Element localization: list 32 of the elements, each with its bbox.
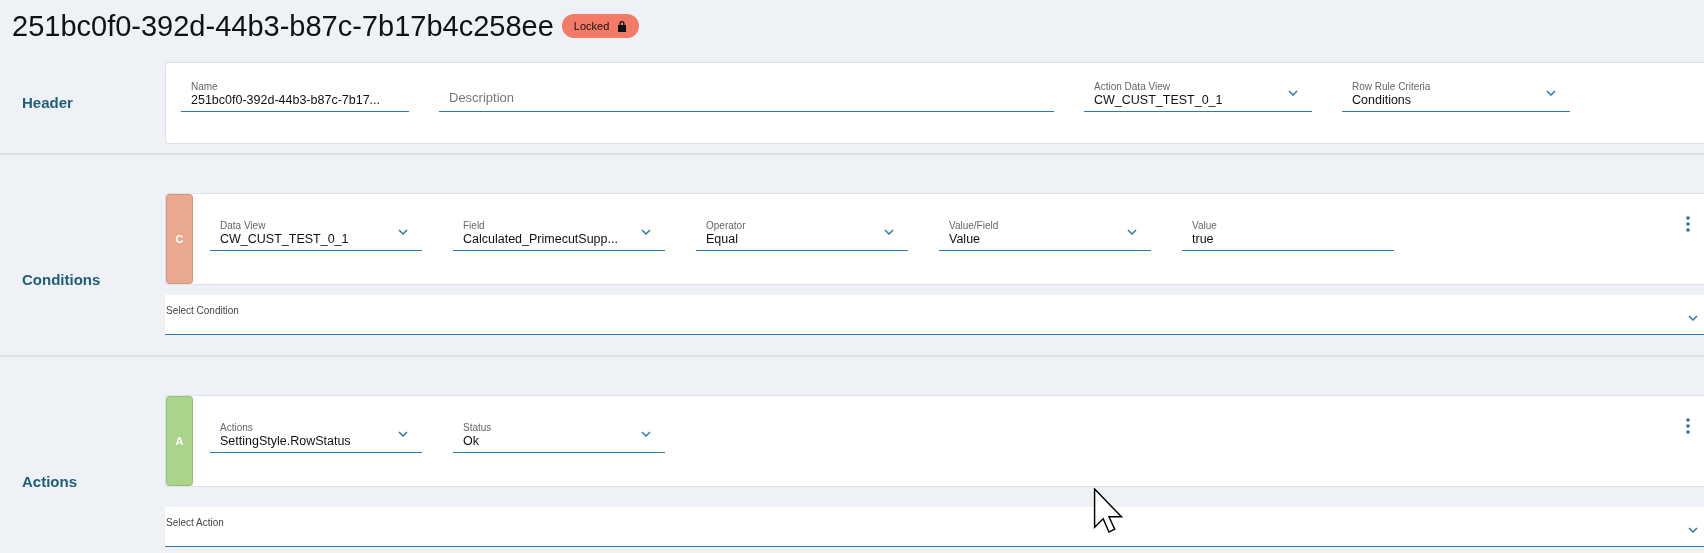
chevron-down-icon — [641, 229, 651, 235]
dropdown-field[interactable]: Value/Field Value — [939, 220, 1151, 251]
chevron-down-icon — [398, 431, 408, 437]
chevron-down-icon — [1688, 527, 1698, 533]
chevron-down-icon — [398, 229, 408, 235]
more-icon[interactable] — [1686, 216, 1690, 232]
chevron-down-icon — [1127, 229, 1137, 235]
dropdown-field[interactable]: Status Ok — [453, 422, 665, 453]
rule-tag: A — [166, 396, 193, 486]
input-field[interactable]: Description — [439, 81, 1054, 112]
section-label: Header — [21, 93, 74, 111]
input-field[interactable]: Name 251bc0f0-392d-44b3-b87c-7b17... — [181, 81, 409, 112]
chevron-down-icon — [1288, 90, 1298, 96]
section-label: Actions — [21, 472, 78, 492]
dropdown-field[interactable]: Actions SettingStyle.RowStatus — [210, 422, 422, 453]
chevron-down-icon — [1546, 90, 1556, 96]
more-icon[interactable] — [1686, 418, 1690, 434]
dropdown-field[interactable]: Row Rule Criteria Conditions — [1342, 81, 1570, 112]
input-field[interactable]: Value true — [1182, 220, 1394, 251]
dropdown-field[interactable]: Select Action — [165, 507, 1704, 547]
dropdown-field[interactable]: Data View CW_CUST_TEST_0_1 — [210, 220, 422, 251]
dropdown-field[interactable]: Select Condition — [165, 295, 1704, 335]
dropdown-field[interactable]: Field Calculated_PrimecutSupp... — [453, 220, 665, 251]
page-title: 251bc0f0-392d-44b3-b87c-7b17b4c258ee — [12, 9, 554, 43]
section-label: Conditions — [21, 270, 102, 290]
dropdown-field[interactable]: Operator Equal — [696, 220, 908, 251]
chevron-down-icon — [1688, 315, 1698, 321]
chevron-down-icon — [641, 431, 651, 437]
status-badge: Locked — [561, 14, 640, 38]
rule-tag: C — [166, 194, 193, 284]
dropdown-field[interactable]: Action Data View CW_CUST_TEST_0_1 — [1084, 81, 1312, 112]
chevron-down-icon — [884, 229, 894, 235]
